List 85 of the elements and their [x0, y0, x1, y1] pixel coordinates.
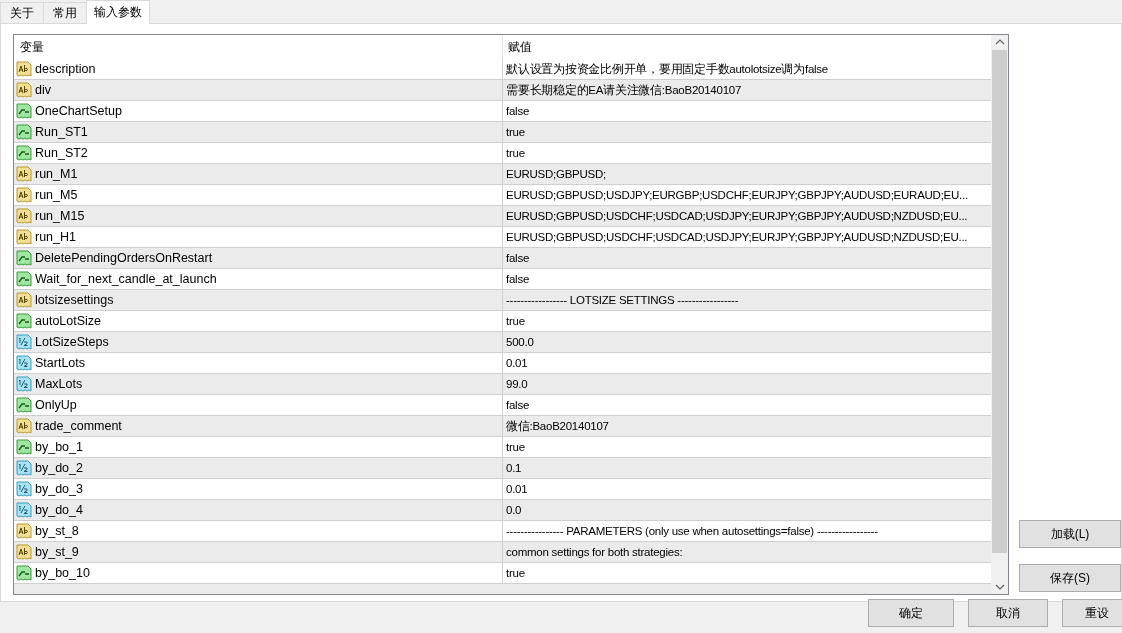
text-type-icon [16, 208, 32, 224]
parameter-name: LotSizeSteps [35, 335, 109, 349]
switch-type-icon [16, 103, 32, 119]
dialog-button[interactable]: 重设 [1062, 599, 1122, 627]
parameter-name: by_bo_1 [35, 440, 83, 454]
parameter-name: run_M15 [35, 209, 85, 223]
parameter-value[interactable]: ---------------- PARAMETERS (only use when autosettings=false) ----------------- [503, 521, 991, 541]
text-type-icon [16, 187, 32, 203]
parameter-value[interactable]: 0.01 [503, 353, 991, 373]
text-type-icon [16, 229, 32, 245]
parameter-name: by_do_3 [35, 482, 83, 496]
parameter-name: run_M5 [35, 188, 78, 202]
fraction-type-icon [16, 355, 32, 371]
parameter-name: DeletePendingOrdersOnRestart [35, 251, 213, 265]
parameter-name: run_M1 [35, 167, 78, 181]
switch-type-icon [16, 271, 32, 287]
parameter-value[interactable]: 0.1 [503, 458, 991, 478]
parameter-value[interactable]: false [503, 269, 991, 289]
parameter-name: OneChartSetup [35, 104, 122, 118]
parameter-name: Run_ST1 [35, 125, 88, 139]
parameter-name: by_st_9 [35, 545, 79, 559]
parameter-value[interactable]: false [503, 248, 991, 268]
fraction-type-icon [16, 376, 32, 392]
parameter-value[interactable]: 微信:BaoB20140107 [503, 416, 991, 436]
switch-type-icon [16, 124, 32, 140]
parameter-name: by_bo_10 [35, 566, 90, 580]
tab[interactable]: 关于 [0, 2, 44, 23]
fraction-type-icon [16, 460, 32, 476]
scrollbar[interactable] [991, 35, 1008, 594]
parameter-value[interactable]: 0.01 [503, 479, 991, 499]
parameter-value[interactable]: true [503, 437, 991, 457]
text-type-icon [16, 292, 32, 308]
parameter-name: by_st_8 [35, 524, 79, 538]
parameter-value[interactable]: EURUSD;GBPUSD;USDJPY;EURGBP;USDCHF;EURJPY;GBPJPY;AUDUSD;EURAUD;EU... [503, 185, 991, 205]
switch-type-icon [16, 565, 32, 581]
parameter-value[interactable]: 0.0 [503, 500, 991, 520]
parameter-name: description [35, 62, 96, 76]
parameter-name: Wait_for_next_candle_at_launch [35, 272, 217, 286]
fraction-type-icon [16, 502, 32, 518]
text-type-icon [16, 82, 32, 98]
text-type-icon [16, 523, 32, 539]
switch-type-icon [16, 439, 32, 455]
parameter-value[interactable]: true [503, 143, 991, 163]
parameter-name: autoLotSize [35, 314, 102, 328]
fraction-type-icon [16, 334, 32, 350]
parameter-name: Run_ST2 [35, 146, 88, 160]
parameter-name: div [35, 83, 51, 97]
parameter-value[interactable]: ----------------- LOTSIZE SETTINGS ----------------- [503, 290, 991, 310]
tab[interactable]: 输入参数 [86, 0, 150, 24]
switch-type-icon [16, 397, 32, 413]
text-type-icon [16, 166, 32, 182]
dialog-button[interactable]: 确定 [868, 599, 954, 627]
switch-type-icon [16, 145, 32, 161]
side-button[interactable]: 加载(L) [1019, 520, 1121, 548]
parameter-value[interactable]: true [503, 311, 991, 331]
switch-type-icon [16, 313, 32, 329]
parameter-name: MaxLots [35, 377, 83, 391]
parameter-value[interactable]: false [503, 395, 991, 415]
text-type-icon [16, 544, 32, 560]
parameter-name: StartLots [35, 356, 86, 370]
parameter-value[interactable]: 99.0 [503, 374, 991, 394]
parameter-value[interactable]: 默认设置为按资金比例开单，要用固定手数autolotsize调为false [503, 59, 991, 79]
parameter-value[interactable]: common settings for both strategies: [503, 542, 991, 562]
dialog-button[interactable]: 取消 [968, 599, 1048, 627]
parameter-name: by_do_4 [35, 503, 83, 517]
side-button[interactable]: 保存(S) [1019, 564, 1121, 592]
column-header[interactable]: 赋值 [503, 35, 991, 59]
parameter-value[interactable]: EURUSD;GBPUSD;USDCHF;USDCAD;USDJPY;EURJPY;GBPJPY;AUDUSD;NZDUSD;EU... [503, 206, 991, 226]
text-type-icon [16, 61, 32, 77]
parameter-value[interactable]: false [503, 101, 991, 121]
parameter-name: OnlyUp [35, 398, 77, 412]
parameter-name: by_do_2 [35, 461, 83, 475]
parameter-value[interactable]: 500.0 [503, 332, 991, 352]
scrollbar-thumb[interactable] [992, 50, 1007, 553]
parameter-name: trade_comment [35, 419, 122, 433]
text-type-icon [16, 418, 32, 434]
fraction-type-icon [16, 481, 32, 497]
switch-type-icon [16, 250, 32, 266]
parameter-value[interactable]: true [503, 122, 991, 142]
parameter-name: run_H1 [35, 230, 76, 244]
parameter-value[interactable]: 需要长期稳定的EA请关注微信:BaoB20140107 [503, 80, 991, 100]
parameter-name: lotsizesettings [35, 293, 114, 307]
parameter-value[interactable]: EURUSD;GBPUSD; [503, 164, 991, 184]
parameter-value[interactable]: true [503, 563, 991, 583]
parameter-value[interactable]: EURUSD;GBPUSD;USDCHF;USDCAD;USDJPY;EURJPY;GBPJPY;AUDUSD;NZDUSD;EU... [503, 227, 991, 247]
